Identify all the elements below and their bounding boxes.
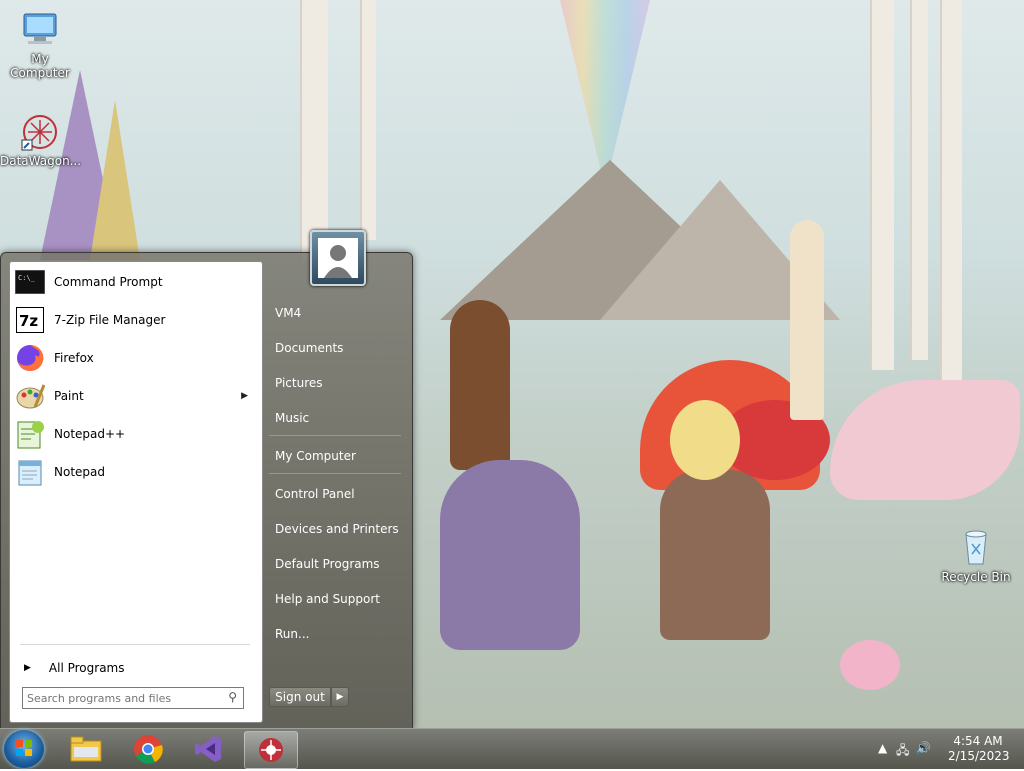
all-programs-label: All Programs: [48, 661, 125, 675]
right-item-label: VM4: [275, 306, 302, 320]
program-label: Firefox: [54, 351, 94, 365]
system-tray: ▲ 🖧 🔊 4:54 AM 2/15/2023: [874, 729, 1024, 769]
wallpaper-tree: [910, 0, 928, 360]
wallpaper-cupcake: [840, 640, 900, 690]
start-right-user-folder[interactable]: VM4: [269, 299, 405, 327]
start-right-help-support[interactable]: Help and Support: [269, 585, 405, 613]
divider: [269, 435, 401, 436]
notepad-icon: [14, 456, 46, 488]
right-item-label: My Computer: [275, 449, 356, 463]
program-label: Notepad++: [54, 427, 126, 441]
taskbar-visual-studio[interactable]: [182, 731, 234, 767]
wallpaper-pencil-hill: [90, 100, 140, 260]
desktop-icon-datawagon[interactable]: DataWagon...: [0, 112, 82, 168]
sign-out-button[interactable]: Sign out: [269, 687, 331, 707]
desktop-icon-label: My Computer: [10, 52, 70, 80]
start-right-devices-printers[interactable]: Devices and Printers: [269, 515, 405, 543]
program-label: Paint: [54, 389, 84, 403]
right-item-label: Run...: [275, 627, 310, 641]
visual-studio-icon: [195, 736, 221, 762]
program-7zip[interactable]: 7z 7-Zip File Manager: [12, 302, 258, 338]
submenu-arrow-icon: ▶: [241, 391, 248, 401]
search-input[interactable]: [23, 690, 219, 706]
chrome-icon: [134, 735, 163, 764]
wallpaper-tree: [870, 0, 894, 370]
program-label: Notepad: [54, 465, 105, 479]
wallpaper-pink-leaf: [830, 380, 1020, 500]
start-menu: C:\_ Command Prompt 7z 7-Zip File Manage…: [0, 230, 413, 730]
start-right-run[interactable]: Run...: [269, 620, 405, 648]
program-firefox[interactable]: Firefox: [12, 340, 258, 376]
start-right-music[interactable]: Music: [269, 404, 405, 432]
program-notepadpp[interactable]: Notepad++: [12, 416, 258, 452]
wallpaper-bear: [450, 300, 510, 470]
volume-icon[interactable]: 🔊: [916, 741, 931, 755]
sign-out-label: Sign out: [275, 690, 325, 704]
start-right-default-programs[interactable]: Default Programs: [269, 550, 405, 578]
right-item-label: Default Programs: [275, 557, 380, 571]
wallpaper-rays: [560, 0, 650, 170]
right-item-label: Control Panel: [275, 487, 355, 501]
app-icon: [259, 738, 283, 762]
file-explorer-icon: [70, 736, 102, 762]
wallpaper-tree: [940, 0, 962, 380]
expand-arrow-icon: ▶: [24, 663, 31, 673]
start-right-documents[interactable]: Documents: [269, 334, 405, 362]
svg-text:C:\_: C:\_: [18, 274, 36, 282]
search-icon[interactable]: ⚲: [228, 690, 237, 704]
all-programs-button[interactable]: ▶ All Programs: [18, 656, 254, 680]
desktop-icon-my-computer[interactable]: My Computer: [0, 10, 80, 80]
desktop-icon-recycle-bin[interactable]: Recycle Bin: [936, 528, 1016, 584]
right-item-label: Pictures: [275, 376, 323, 390]
wallpaper-tower: [790, 220, 824, 420]
computer-icon: [18, 10, 62, 50]
shortcut-icon: [18, 112, 62, 152]
wallpaper-mouse-girl: [440, 460, 580, 650]
notepadpp-icon: [14, 418, 46, 450]
search-box[interactable]: ⚲: [22, 687, 244, 709]
command-prompt-icon: C:\_: [14, 266, 46, 298]
recycle-bin-icon: [954, 528, 998, 568]
clock-time: 4:54 AM: [953, 734, 1003, 748]
desktop-icon-label: Recycle Bin: [941, 570, 1011, 584]
wallpaper-rabbit-head: [670, 400, 740, 480]
program-label: 7-Zip File Manager: [54, 313, 166, 327]
start-right-my-computer[interactable]: My Computer: [269, 442, 405, 470]
chevron-right-icon: ▶: [336, 692, 344, 702]
right-item-label: Help and Support: [275, 592, 380, 606]
program-notepad[interactable]: Notepad: [12, 454, 258, 490]
desktop-icon-label: DataWagon...: [0, 154, 82, 168]
network-icon[interactable]: 🖧: [896, 741, 909, 762]
show-hidden-icons-icon[interactable]: ▲: [878, 741, 887, 755]
user-avatar-icon: [318, 238, 358, 278]
program-paint[interactable]: Paint ▶: [12, 378, 258, 414]
right-item-label: Music: [275, 411, 310, 425]
user-picture[interactable]: [310, 230, 366, 286]
firefox-icon: [14, 342, 46, 374]
clock[interactable]: 4:54 AM 2/15/2023: [948, 734, 1010, 764]
svg-text:7z: 7z: [19, 312, 38, 330]
right-item-label: Devices and Printers: [275, 522, 399, 536]
taskbar-active-app[interactable]: [244, 731, 298, 769]
wallpaper-tree: [300, 0, 328, 260]
wallpaper-tree: [360, 0, 376, 240]
start-right-control-panel[interactable]: Control Panel: [269, 480, 405, 508]
paint-icon: [14, 380, 46, 412]
program-command-prompt[interactable]: C:\_ Command Prompt: [12, 264, 258, 300]
right-item-label: Documents: [275, 341, 344, 355]
start-right-pictures[interactable]: Pictures: [269, 369, 405, 397]
divider: [20, 644, 250, 645]
clock-date: 2/15/2023: [948, 749, 1010, 763]
taskbar-chrome[interactable]: [122, 731, 174, 767]
divider: [269, 473, 401, 474]
taskbar: ▲ 🖧 🔊 4:54 AM 2/15/2023: [0, 728, 1024, 769]
7zip-icon: 7z: [14, 304, 46, 336]
start-menu-programs-pane: C:\_ Command Prompt 7z 7-Zip File Manage…: [9, 261, 263, 723]
taskbar-file-explorer[interactable]: [60, 731, 112, 767]
program-label: Command Prompt: [54, 275, 163, 289]
shutdown-options-button[interactable]: ▶: [331, 687, 349, 707]
start-button[interactable]: [4, 730, 44, 768]
windows-logo-icon: [16, 740, 32, 756]
wallpaper-rabbit: [660, 470, 770, 640]
